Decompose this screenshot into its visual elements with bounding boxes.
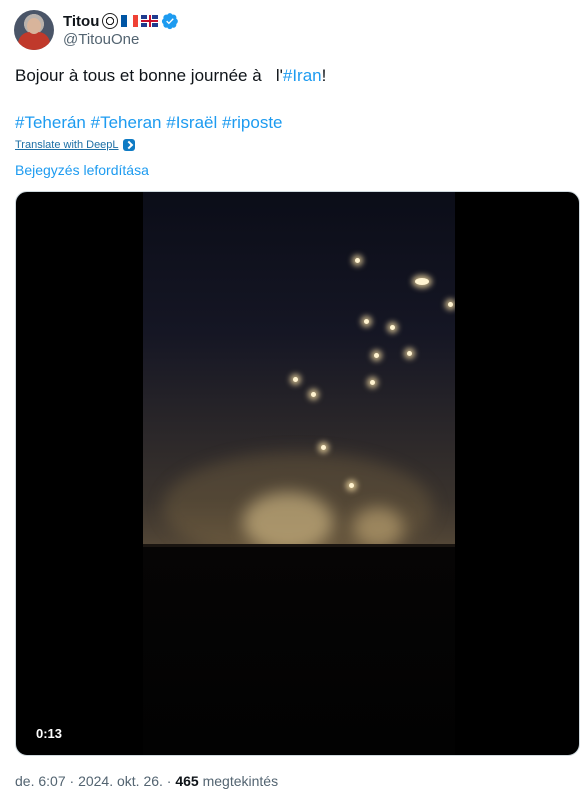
author-display-name[interactable]: Titou (63, 13, 99, 30)
hashtag-israel[interactable]: #Israël (166, 113, 217, 132)
flag-uk-icon (141, 15, 159, 27)
hashtag-teheran[interactable]: #Teheran (91, 113, 162, 132)
name-row: Titou (63, 12, 179, 30)
video-duration: 0:13 (30, 724, 69, 743)
translate-post-link[interactable]: Bejegyzés lefordítása (15, 162, 149, 178)
meta-separator-2: · (166, 773, 172, 789)
tweet-text-prefix: Bojour à tous et bonne journée à l' (15, 66, 283, 85)
tweet-meta: de. 6:07 · 2024. okt. 26. · 465 megtekin… (15, 773, 278, 789)
translate-deepl-link[interactable]: Translate with DeepL (15, 139, 119, 151)
soccer-ball-icon (102, 13, 119, 29)
deepl-translate: Translate with DeepL (15, 139, 135, 151)
tweet-header: Titou @TitouOne (14, 10, 179, 50)
verified-badge-icon (162, 13, 179, 30)
tweet-text-suffix: ! (321, 66, 327, 85)
video-frame (143, 192, 455, 755)
tweet-text: Bojour à tous et bonne journée à l'#Iran… (15, 64, 565, 88)
post-time[interactable]: de. 6:07 (15, 773, 66, 789)
video-player[interactable]: 0:13 (15, 191, 580, 756)
hashtag-iran[interactable]: #Iran (283, 66, 322, 85)
views-count: 465 (175, 773, 199, 789)
meta-separator: · (69, 773, 75, 789)
flag-france-icon (121, 15, 139, 27)
post-date[interactable]: 2024. okt. 26. (78, 773, 163, 789)
author-handle[interactable]: @TitouOne (63, 31, 179, 48)
hashtag-line: #Teherán #Teheran #Israël #riposte (15, 111, 283, 135)
author-names: Titou @TitouOne (63, 12, 179, 48)
author-avatar[interactable] (14, 10, 54, 50)
views-label: megtekintés (202, 773, 279, 789)
hashtag-riposte[interactable]: #riposte (222, 113, 282, 132)
hashtag-teheran-accent[interactable]: #Teherán (15, 113, 86, 132)
deepl-icon[interactable] (122, 139, 135, 151)
